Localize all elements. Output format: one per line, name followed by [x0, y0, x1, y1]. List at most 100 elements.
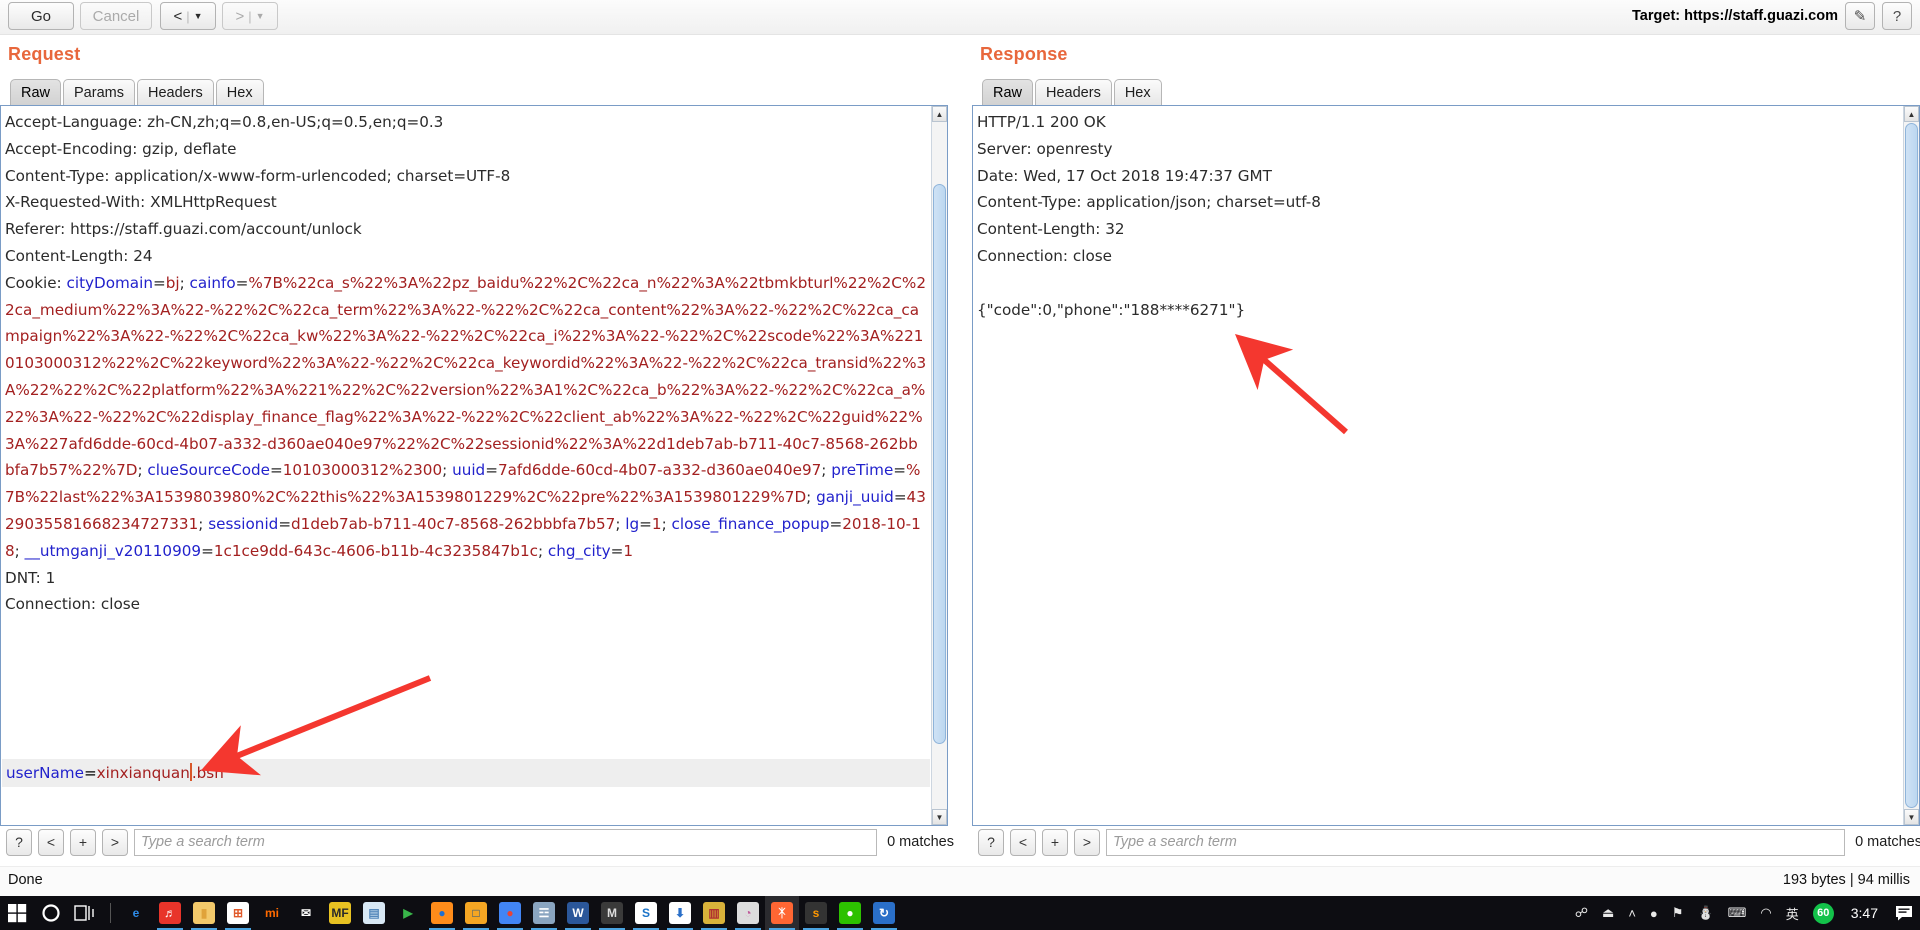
- next-request-button[interactable]: > | ▼: [222, 2, 278, 30]
- taskbar-app-photos[interactable]: ◔: [731, 896, 765, 930]
- response-tab-headers[interactable]: Headers: [1035, 79, 1112, 105]
- keyboard-icon[interactable]: ⌨: [1721, 896, 1754, 930]
- taskbar-app-microsoft-store[interactable]: ⊞: [221, 896, 255, 930]
- taskbar-app-burp-suite[interactable]: ᛡ: [765, 896, 799, 930]
- help-button[interactable]: ?: [1882, 2, 1912, 30]
- windows-taskbar: e ♬ ▮ ⊞ mi ✉ MF ▤ ▶ ● □ ● ☲ W M S ⬇ ▥ ◔ ᛡ s ● ↻ ☍ ⏏ ˄ ● ⚑ ⛄ ⌨ ◠ 英 60 3…: [0, 896, 1920, 930]
- taskbar-app-editplus[interactable]: ☲: [527, 896, 561, 930]
- taskbar-app-wechat[interactable]: ●: [833, 896, 867, 930]
- request-editor[interactable]: Accept-Language: zh-CN,zh;q=0.8,en-US;q=…: [0, 105, 948, 826]
- taskbar-app-chrome[interactable]: ●: [493, 896, 527, 930]
- go-button[interactable]: Go: [8, 2, 74, 30]
- scroll-thumb[interactable]: [933, 184, 946, 744]
- sandbox-icon: □: [465, 902, 487, 924]
- penguin-icon[interactable]: ⛄: [1690, 896, 1720, 930]
- top-toolbar: Go Cancel < | ▼ > | ▼ Target: https://st…: [0, 0, 1920, 35]
- taskbar-app-sogou[interactable]: S: [629, 896, 663, 930]
- response-search-add-button[interactable]: +: [1042, 828, 1068, 856]
- taskbar-app-play-store[interactable]: ▶: [391, 896, 425, 930]
- task-view-button[interactable]: [68, 896, 102, 930]
- request-vertical-scrollbar[interactable]: ▲ ▼: [931, 106, 947, 825]
- taskbar-app-firefox[interactable]: ●: [425, 896, 459, 930]
- request-tab-headers[interactable]: Headers: [136, 79, 214, 105]
- request-raw-text[interactable]: Accept-Language: zh-CN,zh;q=0.8,en-US;q=…: [1, 106, 931, 825]
- scroll-up-icon[interactable]: ▲: [932, 106, 947, 122]
- taskbar-app-xiaomi[interactable]: mi: [255, 896, 289, 930]
- taskbar-app-qq-music[interactable]: ♬: [153, 896, 187, 930]
- request-match-count: 0 matches: [887, 834, 954, 850]
- taskbar-app-file-explorer[interactable]: ▮: [187, 896, 221, 930]
- chevron-down-icon[interactable]: ▼: [256, 11, 265, 21]
- response-tab-raw[interactable]: Raw: [982, 79, 1034, 105]
- taskbar-app-notepad[interactable]: ▤: [357, 896, 391, 930]
- request-tab-bar: Raw Params Headers Hex: [10, 79, 266, 105]
- wechat-tray-icon[interactable]: ●: [1643, 896, 1665, 930]
- taskbar-app-mf-app[interactable]: MF: [323, 896, 357, 930]
- cancel-button[interactable]: Cancel: [80, 2, 152, 30]
- cancel-button-label: Cancel: [92, 7, 140, 25]
- response-editor[interactable]: HTTP/1.1 200 OK Server: openresty Date: …: [972, 105, 1920, 826]
- plus-icon: +: [78, 834, 88, 850]
- button-divider: |: [248, 8, 252, 24]
- taskbar-app-downloader[interactable]: ⬇: [663, 896, 697, 930]
- response-search-next-button[interactable]: >: [1074, 828, 1100, 856]
- edit-target-button[interactable]: ✎: [1845, 2, 1875, 30]
- word-icon: W: [567, 902, 589, 924]
- battery-status-icon[interactable]: 60: [1806, 896, 1841, 930]
- system-tray: ☍ ⏏ ˄ ● ⚑ ⛄ ⌨ ◠ 英 60 3:47: [1568, 896, 1920, 930]
- response-search-help-button[interactable]: ?: [978, 828, 1004, 856]
- request-search-next-button[interactable]: >: [102, 828, 128, 856]
- qq-tray-icon[interactable]: ⚑: [1665, 896, 1691, 930]
- request-search-bar: ? < + > Type a search term 0 matches: [6, 827, 954, 857]
- request-search-add-button[interactable]: +: [70, 828, 96, 856]
- taskbar-clock[interactable]: 3:47: [1841, 905, 1888, 921]
- taskbar-app-sandbox[interactable]: □: [459, 896, 493, 930]
- taskbar-app-foxit-reader[interactable]: ↻: [867, 896, 901, 930]
- response-search-prev-button[interactable]: <: [1010, 828, 1036, 856]
- question-mark-icon: ?: [15, 834, 23, 850]
- request-search-prev-button[interactable]: <: [38, 828, 64, 856]
- cortana-search-button[interactable]: [34, 896, 68, 930]
- wifi-icon[interactable]: ◠: [1753, 896, 1778, 930]
- previous-arrow-icon: <: [173, 7, 183, 25]
- request-search-help-button[interactable]: ?: [6, 828, 32, 856]
- scroll-thumb[interactable]: [1905, 123, 1918, 808]
- scroll-down-icon[interactable]: ▼: [1904, 809, 1919, 825]
- request-search-placeholder: Type a search term: [141, 834, 265, 850]
- tab-label: Hex: [226, 84, 253, 101]
- action-center-button[interactable]: [1888, 896, 1920, 930]
- request-tab-raw[interactable]: Raw: [10, 79, 62, 105]
- scroll-up-icon[interactable]: ▲: [1904, 106, 1919, 122]
- response-raw-text[interactable]: HTTP/1.1 200 OK Server: openresty Date: …: [973, 106, 1903, 825]
- downloader-icon: ⬇: [669, 902, 691, 924]
- request-tab-params[interactable]: Params: [63, 79, 135, 105]
- next-match-icon: >: [1082, 834, 1092, 850]
- ime-language-icon[interactable]: 英: [1779, 896, 1806, 930]
- taskbar-app-sublime-text[interactable]: s: [799, 896, 833, 930]
- response-search-placeholder: Type a search term: [1113, 834, 1237, 850]
- request-search-input[interactable]: Type a search term: [134, 828, 878, 856]
- taskbar-app-mail[interactable]: ✉: [289, 896, 323, 930]
- start-button[interactable]: [0, 896, 34, 930]
- response-tab-hex[interactable]: Hex: [1113, 79, 1162, 105]
- response-vertical-scrollbar[interactable]: ▲ ▼: [1903, 106, 1919, 825]
- chevron-down-icon[interactable]: ▼: [194, 11, 203, 21]
- chrome-icon: ●: [499, 902, 521, 924]
- usb-eject-icon[interactable]: ⏏: [1595, 896, 1621, 930]
- taskbar-app-edge[interactable]: e: [119, 896, 153, 930]
- response-match-count: 0 matches: [1855, 834, 1920, 850]
- taskbar-app-markdown[interactable]: M: [595, 896, 629, 930]
- taskbar-app-winrar[interactable]: ▥: [697, 896, 731, 930]
- previous-request-button[interactable]: < | ▼: [160, 2, 216, 30]
- winrar-icon: ▥: [703, 902, 725, 924]
- question-mark-icon: ?: [987, 834, 995, 850]
- scroll-down-icon[interactable]: ▼: [932, 809, 947, 825]
- request-body-line[interactable]: userName=xinxianquan .bsn: [6, 760, 224, 787]
- show-hidden-icons-chevron[interactable]: ˄: [1621, 896, 1643, 930]
- previous-match-icon: <: [46, 834, 56, 850]
- people-icon[interactable]: ☍: [1568, 896, 1595, 930]
- response-search-input[interactable]: Type a search term: [1106, 828, 1846, 856]
- pencil-icon: ✎: [1853, 8, 1867, 25]
- request-tab-hex[interactable]: Hex: [215, 79, 264, 105]
- taskbar-app-word[interactable]: W: [561, 896, 595, 930]
